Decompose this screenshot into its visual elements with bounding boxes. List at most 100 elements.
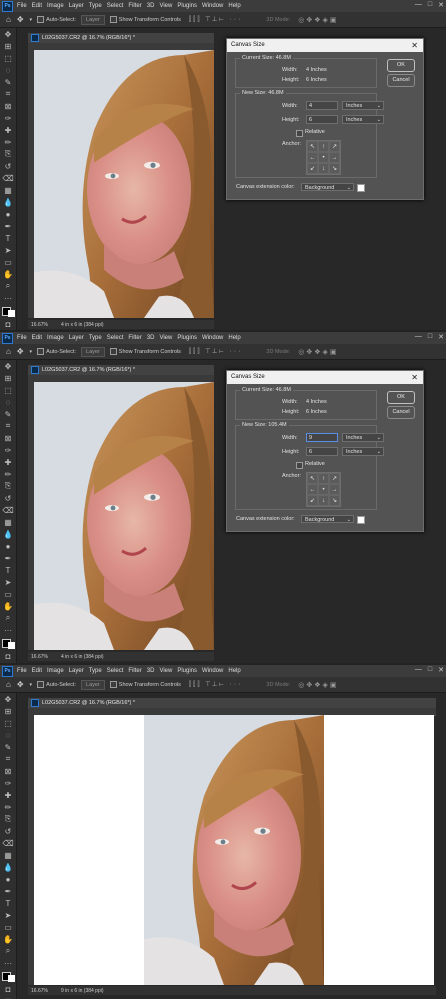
frame-tool-icon[interactable]: ⊠ bbox=[0, 432, 16, 444]
auto-select-checkbox[interactable] bbox=[37, 16, 45, 23]
rectangle-tool-icon[interactable]: ▭ bbox=[0, 588, 16, 600]
extension-color-swatch[interactable] bbox=[357, 516, 365, 524]
width-input[interactable]: 9 bbox=[306, 433, 338, 442]
crop-tool-icon[interactable]: ⌗ bbox=[0, 88, 16, 100]
anchor-top-icon[interactable]: ↑ bbox=[318, 141, 329, 152]
dodge-tool-icon[interactable]: ● bbox=[0, 208, 16, 220]
document-tab[interactable]: L02G5037.CR2 @ 16.7% (RGB/16*) * bbox=[28, 365, 214, 375]
hand-tool-icon[interactable]: ✋ bbox=[0, 600, 16, 612]
menu-window[interactable]: Window bbox=[202, 335, 223, 341]
canvas-extension-color-dropdown[interactable]: Background ⌄ bbox=[301, 183, 354, 191]
screen-mode-tool-icon[interactable]: ▢ bbox=[0, 662, 16, 663]
zoom-level[interactable]: 16.67% bbox=[31, 988, 61, 994]
clone-stamp-tool-icon[interactable]: ⎘ bbox=[0, 480, 16, 492]
anchor-center-icon[interactable]: • bbox=[318, 484, 329, 495]
height-input[interactable]: 6 bbox=[306, 115, 338, 124]
document-size-info[interactable]: 9 in x 6 in (384 ppi) bbox=[61, 988, 104, 994]
relative-checkbox[interactable] bbox=[296, 462, 303, 469]
menu-plugins[interactable]: Plugins bbox=[177, 3, 197, 9]
menu-file[interactable]: File bbox=[17, 3, 27, 9]
dodge-tool-icon[interactable]: ● bbox=[0, 540, 16, 552]
3d-tools-icons[interactable]: ◎✥❖◈▣ bbox=[298, 16, 338, 24]
height-input[interactable]: 6 bbox=[306, 447, 338, 456]
width-unit-dropdown[interactable]: Inches ⌄ bbox=[342, 101, 384, 110]
document-canvas[interactable] bbox=[34, 382, 214, 650]
eraser-tool-icon[interactable]: ⌫ bbox=[0, 172, 16, 184]
anchor-bottom-left-icon[interactable]: ↙ bbox=[307, 495, 318, 506]
anchor-top-right-icon[interactable]: ↗ bbox=[329, 141, 340, 152]
chevron-down-icon[interactable]: ▾ bbox=[30, 682, 33, 688]
anchor-bottom-icon[interactable]: ↓ bbox=[318, 163, 329, 174]
menu-view[interactable]: View bbox=[159, 668, 172, 674]
show-transform-checkbox[interactable] bbox=[109, 16, 117, 23]
photoshop-logo-icon[interactable]: Ps bbox=[2, 332, 13, 344]
menu-view[interactable]: View bbox=[159, 335, 172, 341]
menu-file[interactable]: File bbox=[17, 668, 27, 674]
anchor-center-icon[interactable]: • bbox=[318, 152, 329, 163]
menu-filter[interactable]: Filter bbox=[128, 3, 141, 9]
crop-tool-icon[interactable]: ⌗ bbox=[0, 420, 16, 432]
menu-3d[interactable]: 3D bbox=[147, 3, 155, 9]
anchor-left-icon[interactable]: ← bbox=[307, 484, 318, 495]
brush-tool-icon[interactable]: ✏ bbox=[0, 136, 16, 148]
marquee-tool-icon[interactable]: ⬚ bbox=[0, 52, 16, 64]
quick-select-tool-icon[interactable]: ✎ bbox=[0, 76, 16, 88]
menu-image[interactable]: Image bbox=[47, 335, 64, 341]
anchor-bottom-icon[interactable]: ↓ bbox=[318, 495, 329, 506]
dialog-title-bar[interactable]: Canvas Size ✕ bbox=[227, 39, 423, 52]
rectangle-tool-icon[interactable]: ▭ bbox=[0, 921, 16, 933]
lasso-tool-icon[interactable]: ◌ bbox=[0, 729, 16, 741]
home-icon[interactable]: ⌂ bbox=[6, 680, 11, 689]
lasso-tool-icon[interactable]: ◌ bbox=[0, 396, 16, 408]
type-tool-icon[interactable]: T bbox=[0, 897, 16, 909]
gradient-tool-icon[interactable]: ▦ bbox=[0, 184, 16, 196]
quick-mask-tool-icon[interactable]: ◘ bbox=[0, 318, 16, 330]
close-icon[interactable]: ✕ bbox=[411, 39, 418, 52]
healing-tool-icon[interactable]: ✚ bbox=[0, 456, 16, 468]
anchor-right-icon[interactable]: → bbox=[329, 484, 340, 495]
healing-tool-icon[interactable]: ✚ bbox=[0, 124, 16, 136]
document-tab[interactable]: L02G5037.CR2 @ 16.7% (RGB/16*) * bbox=[28, 698, 436, 708]
move-tool-icon[interactable]: ✥ bbox=[17, 15, 24, 24]
blur-tool-icon[interactable]: 💧 bbox=[0, 196, 16, 208]
quick-mask-tool-icon[interactable]: ◘ bbox=[0, 983, 16, 995]
color-swatches-icon[interactable] bbox=[0, 636, 16, 650]
dialog-title-bar[interactable]: Canvas Size ✕ bbox=[227, 371, 423, 384]
clone-stamp-tool-icon[interactable]: ⎘ bbox=[0, 813, 16, 825]
menu-type[interactable]: Type bbox=[89, 3, 102, 9]
extension-color-swatch[interactable] bbox=[357, 184, 365, 192]
artboard-tool-icon[interactable]: ⊞ bbox=[0, 40, 16, 52]
auto-select-target-dropdown[interactable]: Layer bbox=[81, 346, 105, 357]
menu-help[interactable]: Help bbox=[228, 668, 240, 674]
eyedropper-tool-icon[interactable]: ✑ bbox=[0, 112, 16, 124]
eraser-tool-icon[interactable]: ⌫ bbox=[0, 837, 16, 849]
anchor-top-left-icon[interactable]: ↖ bbox=[307, 473, 318, 484]
healing-tool-icon[interactable]: ✚ bbox=[0, 789, 16, 801]
path-select-tool-icon[interactable]: ➤ bbox=[0, 576, 16, 588]
menu-image[interactable]: Image bbox=[47, 3, 64, 9]
anchor-bottom-right-icon[interactable]: ↘ bbox=[329, 163, 340, 174]
menu-window[interactable]: Window bbox=[202, 668, 223, 674]
history-brush-tool-icon[interactable]: ↺ bbox=[0, 825, 16, 837]
eraser-tool-icon[interactable]: ⌫ bbox=[0, 504, 16, 516]
auto-select-target-dropdown[interactable]: Layer bbox=[81, 14, 105, 25]
chevron-down-icon[interactable]: ▾ bbox=[30, 17, 33, 23]
marquee-tool-icon[interactable]: ⬚ bbox=[0, 717, 16, 729]
menu-layer[interactable]: Layer bbox=[69, 335, 84, 341]
auto-select-checkbox[interactable] bbox=[37, 348, 45, 355]
cancel-button[interactable]: Cancel bbox=[387, 406, 415, 419]
ok-button[interactable]: OK bbox=[387, 391, 415, 404]
menu-select[interactable]: Select bbox=[107, 335, 124, 341]
more-tools-icon[interactable]: ··· bbox=[0, 957, 16, 969]
close-icon[interactable]: ✕ bbox=[438, 1, 444, 9]
clone-stamp-tool-icon[interactable]: ⎘ bbox=[0, 148, 16, 160]
home-icon[interactable]: ⌂ bbox=[6, 15, 11, 24]
document-canvas[interactable] bbox=[34, 715, 434, 985]
close-icon[interactable]: ✕ bbox=[438, 333, 444, 341]
width-input[interactable]: 4 bbox=[306, 101, 338, 110]
align-icons[interactable]: ⫿⫿⫿ ⊤⊥⊢ ··· bbox=[189, 16, 243, 24]
artboard-tool-icon[interactable]: ⊞ bbox=[0, 705, 16, 717]
zoom-tool-icon[interactable]: ⌕ bbox=[0, 612, 16, 624]
3d-tools-icons[interactable]: ◎✥❖◈▣ bbox=[298, 348, 338, 356]
move-tool-icon[interactable]: ✥ bbox=[0, 28, 16, 40]
